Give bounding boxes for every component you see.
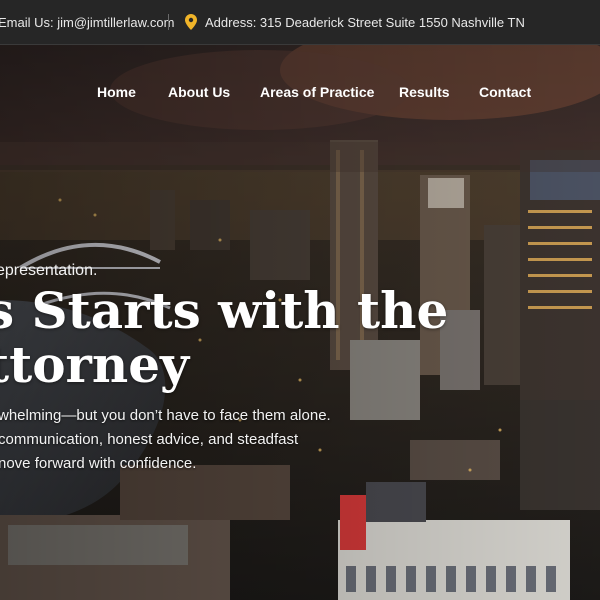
nav-item-areas-of-practice[interactable]: Areas of Practice <box>260 84 374 100</box>
map-pin-icon <box>185 14 197 30</box>
email-link[interactable]: Email Us: jim@jimtillerlaw.com <box>0 15 174 30</box>
address-text: Address: 315 Deaderick Street Suite 1550… <box>205 15 525 30</box>
hero-headline-line-1: s Starts with the <box>0 281 449 340</box>
hero-description: whelming—but you don’t have to face them… <box>0 404 331 476</box>
nav-band <box>0 142 600 172</box>
hero-description-line-3: nove forward with confidence. <box>0 455 197 472</box>
hero-description-line-1: whelming—but you don’t have to face them… <box>0 407 331 424</box>
hero-tagline: epresentation. <box>0 262 98 279</box>
topbar-divider <box>168 14 169 30</box>
nav-item-about-us[interactable]: About Us <box>168 84 230 100</box>
hero-headline: s Starts with the ttorney <box>0 284 448 392</box>
hero-description-line-2: communication, honest advice, and steadf… <box>0 431 299 448</box>
main-navigation: Home About Us Areas of Practice Results … <box>0 44 600 142</box>
nav-item-contact[interactable]: Contact <box>479 84 531 100</box>
hero-headline-line-2: ttorney <box>0 335 190 394</box>
top-info-bar: Email Us: jim@jimtillerlaw.com Address: … <box>0 0 600 45</box>
nav-item-home[interactable]: Home <box>97 84 136 100</box>
nav-item-results[interactable]: Results <box>399 84 450 100</box>
